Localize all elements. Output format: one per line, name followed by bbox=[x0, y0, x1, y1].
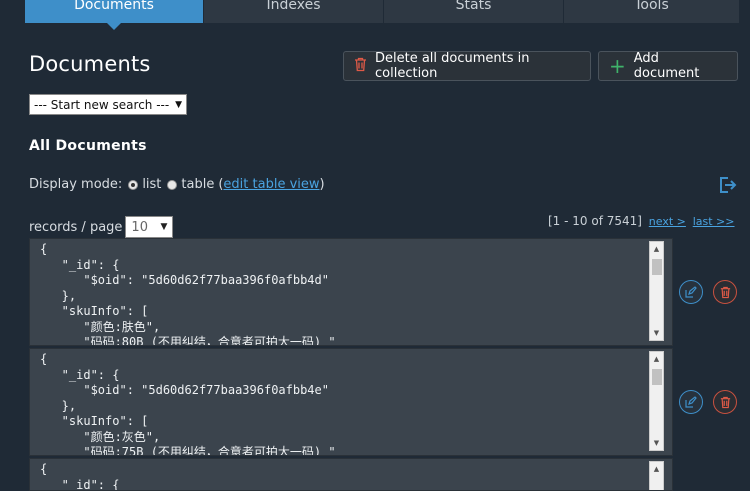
trash-icon bbox=[720, 286, 730, 298]
trash-icon bbox=[354, 57, 367, 76]
edit-document-button[interactable] bbox=[679, 280, 703, 304]
document-scrollbar[interactable]: ▲ ▼ bbox=[649, 351, 664, 451]
display-mode: Display mode: list table ( edit table vi… bbox=[29, 177, 325, 192]
scroll-down-icon[interactable]: ▼ bbox=[650, 436, 663, 450]
scroll-thumb[interactable] bbox=[652, 259, 662, 275]
export-icon[interactable] bbox=[719, 176, 737, 194]
scroll-up-icon[interactable]: ▲ bbox=[650, 352, 663, 366]
document-actions bbox=[679, 390, 737, 414]
trash-icon bbox=[720, 396, 730, 408]
scroll-down-icon[interactable]: ▼ bbox=[650, 326, 663, 340]
delete-all-label: Delete all documents in collection bbox=[375, 51, 530, 81]
add-document-button[interactable]: + Add document bbox=[598, 51, 738, 81]
document-item[interactable]: { "_id": { "$oid": "5d60d62f77baa396f0af… bbox=[29, 348, 673, 456]
records-per-page-select[interactable]: 10 ▼ bbox=[125, 216, 174, 238]
delete-document-button[interactable] bbox=[713, 390, 737, 414]
plus-icon: + bbox=[609, 54, 626, 78]
section-title: All Documents bbox=[29, 138, 147, 154]
pager-range: [1 - 10 of 7541] bbox=[548, 214, 642, 228]
document-scrollbar[interactable]: ▲ ▼ bbox=[649, 241, 664, 341]
dropdown-arrow-icon: ▼ bbox=[175, 99, 182, 110]
delete-document-button[interactable] bbox=[713, 280, 737, 304]
document-json[interactable]: { "_id": { "$oid": "5d60d62f77baa396f0af… bbox=[30, 239, 672, 345]
tab-label: Tools bbox=[634, 0, 669, 13]
search-select-value: --- Start new search --- bbox=[34, 97, 170, 112]
tab-bar: Documents Indexes Stats Tools bbox=[25, 0, 740, 30]
list-radio[interactable] bbox=[128, 179, 139, 190]
scroll-up-icon[interactable]: ▲ bbox=[650, 462, 663, 476]
tab-label: Stats bbox=[455, 0, 492, 13]
tab-indexes[interactable]: Indexes bbox=[204, 0, 384, 23]
page-title: Documents bbox=[29, 52, 151, 76]
delete-all-button[interactable]: Delete all documents in collection bbox=[343, 51, 591, 81]
paren-close: ) bbox=[319, 177, 325, 192]
edit-icon bbox=[685, 396, 697, 408]
records-per-page-value: 10 bbox=[131, 219, 148, 235]
scroll-up-icon[interactable]: ▲ bbox=[650, 242, 663, 256]
pager: [1 - 10 of 7541] next > last >> bbox=[548, 214, 735, 228]
scroll-thumb[interactable] bbox=[652, 369, 662, 385]
document-scrollbar[interactable]: ▲ bbox=[649, 461, 664, 490]
list-radio-label: list bbox=[142, 177, 162, 192]
tab-label: Indexes bbox=[266, 0, 321, 13]
table-radio[interactable] bbox=[167, 179, 178, 190]
edit-document-button[interactable] bbox=[679, 390, 703, 414]
tab-stats[interactable]: Stats bbox=[384, 0, 564, 23]
next-page-link[interactable]: next > bbox=[649, 215, 686, 228]
document-item[interactable]: { "_id": { "$oid": "5d60d62f77baa396f0af… bbox=[29, 238, 673, 346]
table-radio-label: table bbox=[181, 177, 215, 192]
records-per-page-label: records / page bbox=[29, 219, 123, 235]
tab-label: Documents bbox=[74, 0, 154, 13]
edit-table-view-link[interactable]: edit table view bbox=[223, 177, 319, 192]
records-per-page: records / page 10 ▼ bbox=[29, 216, 174, 238]
tab-documents[interactable]: Documents bbox=[25, 0, 204, 30]
search-select[interactable]: --- Start new search --- ▼ bbox=[29, 94, 187, 115]
document-item[interactable]: { "_id": { ▲ bbox=[29, 458, 673, 491]
document-actions bbox=[679, 280, 737, 304]
document-json[interactable]: { "_id": { bbox=[30, 459, 672, 490]
dropdown-arrow-icon: ▼ bbox=[160, 222, 168, 232]
display-mode-label: Display mode: bbox=[29, 177, 123, 192]
edit-icon bbox=[685, 286, 697, 298]
tab-tools[interactable]: Tools bbox=[564, 0, 740, 23]
add-document-label: Add document bbox=[633, 51, 700, 81]
document-json[interactable]: { "_id": { "$oid": "5d60d62f77baa396f0af… bbox=[30, 349, 672, 455]
last-page-link[interactable]: last >> bbox=[693, 215, 735, 228]
